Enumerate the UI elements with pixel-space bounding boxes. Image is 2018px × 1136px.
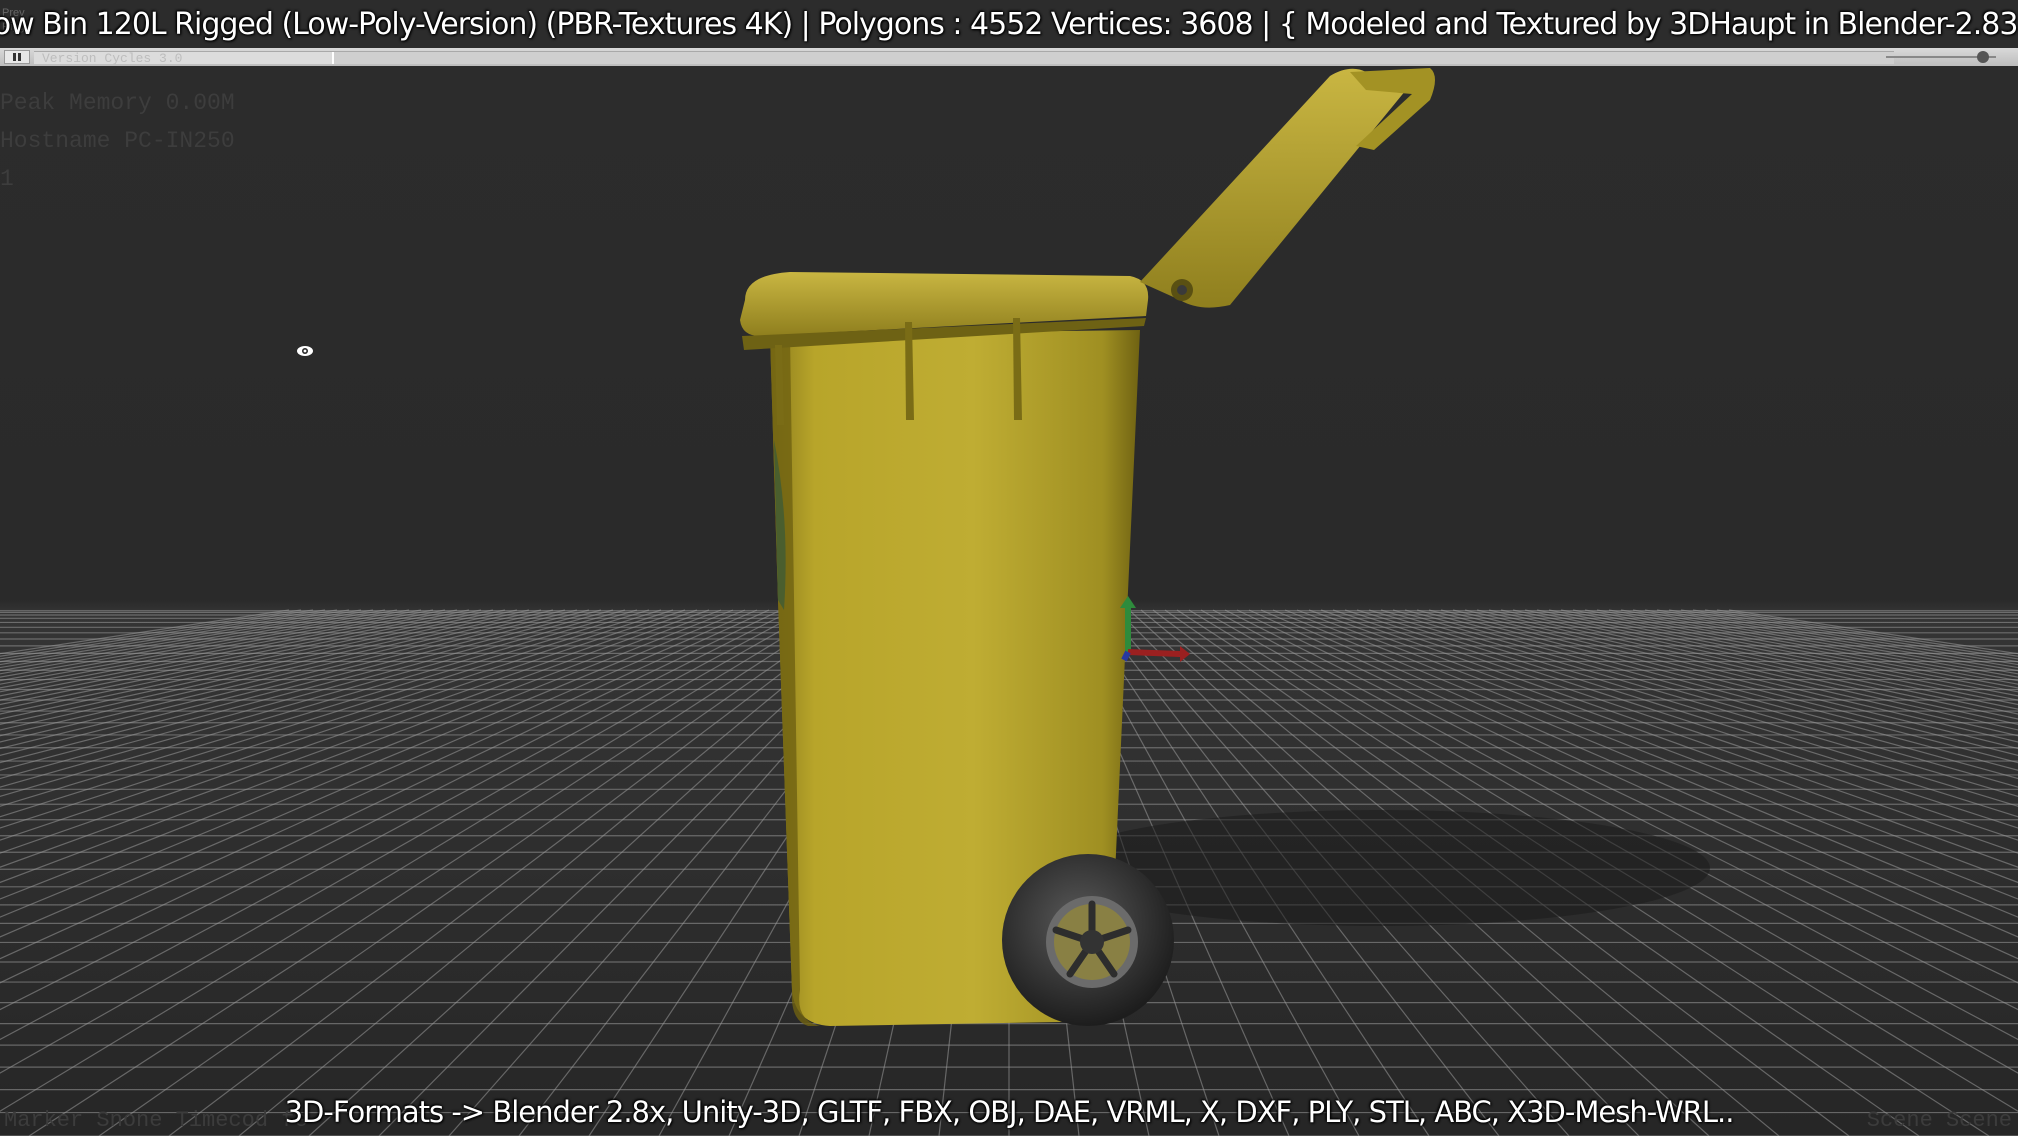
bin-wheel [1002,854,1174,1026]
peak-memory-text: Peak Memory 0.00M [0,90,235,116]
render-stats: Peak Memory 0.00M Hostname PC-IN250 1 [0,84,235,198]
pause-button[interactable] [4,50,30,64]
formats-banner: 3D-Formats -> Blender 2.8x, Unity-3D, GL… [284,1095,1735,1129]
title-banner: Yellow Bin 120L Rigged (Low-Poly-Version… [0,6,2018,42]
stats-line-3: 1 [0,166,14,192]
volume-knob[interactable] [1976,51,1989,63]
hostname-text: Hostname PC-IN250 [0,128,235,154]
eye-icon[interactable] [296,344,314,358]
volume-slider[interactable] [1886,51,1996,63]
scene-render [0,68,2018,1136]
pause-icon-bar [18,53,21,61]
3d-viewport[interactable] [0,0,2018,1136]
timeline-label: Version Cycles 3.0 [42,51,183,66]
pause-icon [13,53,16,61]
playback-bar[interactable]: Version Cycles 3.0 [0,48,2018,66]
timeline-scrubber[interactable]: Version Cycles 3.0 [34,51,1894,66]
